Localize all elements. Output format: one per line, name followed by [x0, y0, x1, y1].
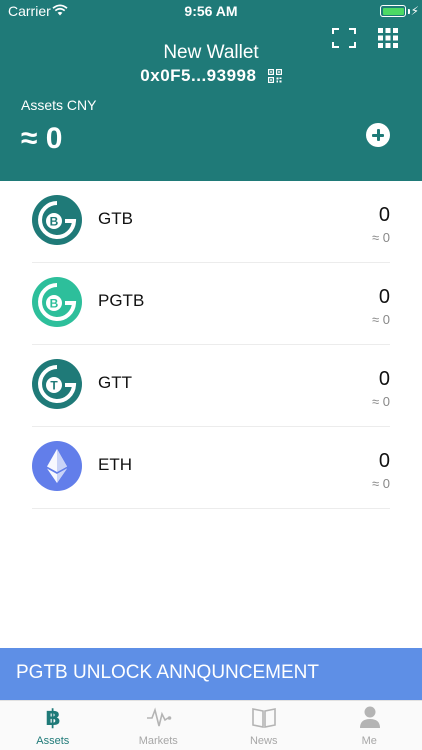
token-symbol: ETH [98, 455, 132, 474]
token-value: ≈ 0 [372, 312, 390, 327]
token-row-pgtb[interactable]: B PGTB 0 ≈ 0 [32, 263, 390, 345]
status-bar: Carrier 9:56 AM ⚡ [0, 0, 422, 22]
token-balance: 0 [378, 450, 390, 472]
tab-assets[interactable]: ฿ Assets [0, 701, 106, 750]
assets-label: Assets CNY [21, 97, 97, 113]
svg-text:B: B [50, 215, 59, 229]
wallet-header: Carrier 9:56 AM ⚡ New Wallet 0x0F5...939… [0, 0, 422, 181]
token-row-gtt[interactable]: T GTT 0 ≈ 0 [32, 345, 390, 427]
wallet-address[interactable]: 0x0F5...93998 [140, 66, 256, 85]
tab-label: Markets [138, 735, 178, 747]
gtt-logo-icon: T [32, 359, 82, 409]
token-value: ≈ 0 [372, 394, 390, 409]
token-value: ≈ 0 [372, 476, 390, 491]
pgtb-logo-icon: B [32, 277, 82, 327]
token-balance: 0 [378, 204, 390, 226]
tab-news[interactable]: News [211, 701, 317, 750]
announcement-banner[interactable]: PGTB UNLOCK ANNQUNCEMENT [0, 648, 422, 700]
wallet-name[interactable]: New Wallet [0, 42, 422, 64]
tab-markets[interactable]: Markets [106, 701, 212, 750]
tab-bar: ฿ Assets Markets News Me [0, 700, 422, 750]
gtb-logo-icon: B [32, 195, 82, 245]
tab-label: News [249, 735, 278, 747]
person-icon [359, 706, 380, 728]
tab-me[interactable]: Me [317, 701, 422, 750]
qr-code-icon[interactable] [267, 69, 282, 83]
pulse-icon [146, 707, 171, 727]
token-list: B GTB 0 ≈ 0 B PGTB 0 ≈ 0 T GTT 0 ≈ 0 ETH… [32, 181, 390, 509]
token-balance: 0 [378, 368, 390, 390]
status-time: 9:56 AM [184, 3, 238, 19]
charging-icon: ⚡ [410, 4, 419, 18]
tab-label: Assets [36, 735, 70, 747]
bitcoin-icon: ฿ [45, 706, 60, 729]
token-symbol: GTT [98, 373, 132, 392]
assets-total: ≈ 0 [21, 122, 63, 155]
svg-text:฿: ฿ [45, 706, 60, 729]
eth-logo-icon [32, 441, 82, 491]
add-asset-button[interactable] [366, 123, 390, 147]
book-icon [252, 708, 276, 728]
token-balance: 0 [378, 286, 390, 308]
wallet-address-row[interactable]: 0x0F5...93998 [0, 66, 422, 86]
token-row-gtb[interactable]: B GTB 0 ≈ 0 [32, 181, 390, 263]
tab-label: Me [361, 735, 377, 747]
token-symbol: GTB [98, 209, 133, 228]
token-symbol: PGTB [98, 291, 145, 310]
battery-icon [380, 5, 406, 17]
token-row-eth[interactable]: ETH 0 ≈ 0 [32, 427, 390, 509]
svg-text:T: T [50, 379, 58, 393]
token-value: ≈ 0 [372, 230, 390, 245]
svg-text:B: B [50, 297, 59, 311]
